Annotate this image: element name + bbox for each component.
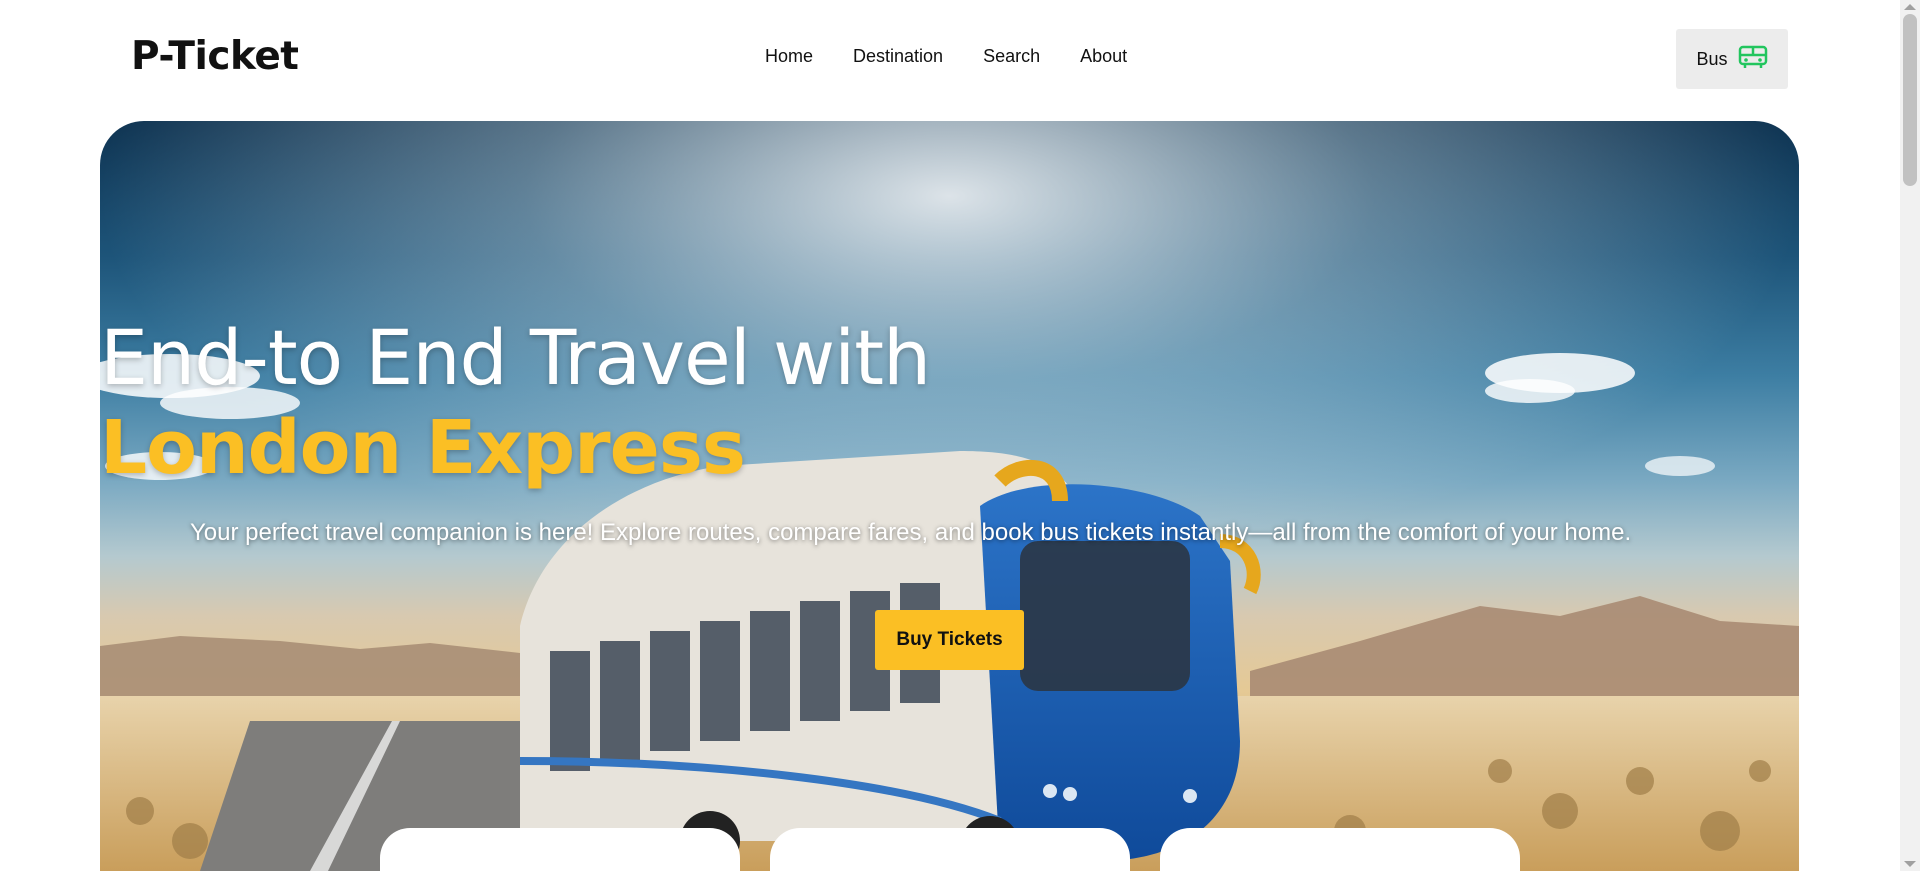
feature-card	[1160, 828, 1520, 871]
bus-button[interactable]: Bus	[1676, 29, 1788, 89]
scrollbar-thumb[interactable]	[1903, 14, 1917, 186]
hero-subtitle: Your perfect travel companion is here! E…	[190, 519, 1632, 546]
bus-button-label: Bus	[1696, 48, 1728, 69]
feature-card	[770, 828, 1130, 871]
navbar: P-Ticket Home Destination Search About B…	[0, 0, 1900, 120]
scroll-down-arrow-icon[interactable]	[1904, 861, 1916, 867]
bus-icon	[1738, 45, 1768, 74]
hero-title: End-to End Travel with	[100, 313, 931, 402]
main-nav: Home Destination Search About	[765, 46, 1127, 67]
nav-home[interactable]: Home	[765, 46, 813, 67]
nav-about[interactable]: About	[1080, 46, 1127, 67]
logo[interactable]: P-Ticket	[131, 34, 299, 79]
scroll-up-arrow-icon[interactable]	[1904, 4, 1916, 10]
hero-section: End-to End Travel with London Express Yo…	[100, 121, 1799, 871]
nav-destination[interactable]: Destination	[853, 46, 943, 67]
buy-tickets-button[interactable]: Buy Tickets	[875, 610, 1024, 670]
hero-highlight: London Express	[100, 405, 746, 491]
feature-card	[380, 828, 740, 871]
hero-background-image	[100, 121, 1799, 871]
nav-search[interactable]: Search	[983, 46, 1040, 67]
